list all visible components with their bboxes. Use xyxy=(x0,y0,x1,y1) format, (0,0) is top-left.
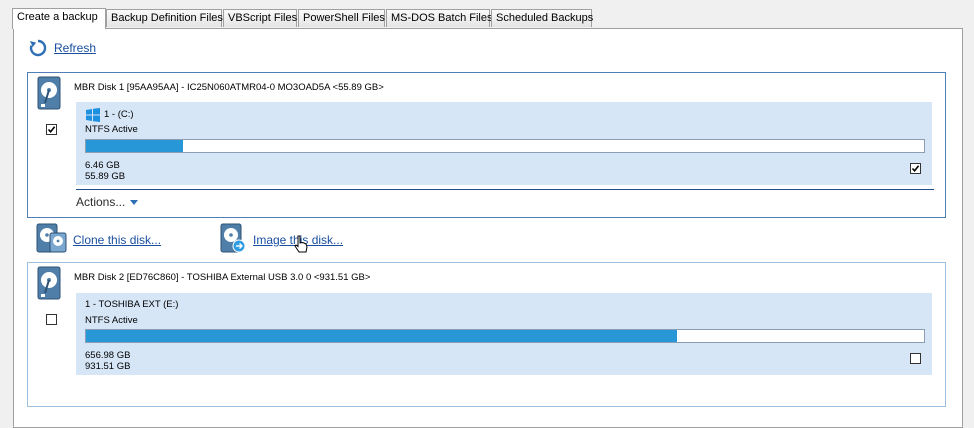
clone-disk-action[interactable]: Clone this disk... xyxy=(36,223,166,253)
partition-label: 1 - TOSHIBA EXT (E:) xyxy=(85,299,179,310)
partition-usage-bar xyxy=(85,329,925,343)
disk-2-panel[interactable]: MBR Disk 2 [ED76C860] - TOSHIBA External… xyxy=(27,262,946,407)
partition-used-size: 6.46 GB xyxy=(85,160,120,171)
refresh-icon xyxy=(29,39,47,57)
image-disk-action[interactable]: Image this disk... xyxy=(220,223,350,253)
checkmark-icon xyxy=(911,165,920,173)
tab-powershell-files[interactable]: PowerShell Files xyxy=(298,9,385,27)
actions-menu-button[interactable]: Actions... xyxy=(76,195,139,209)
partition-total-size: 55.89 GB xyxy=(85,171,126,182)
partition-filesystem: NTFS Active xyxy=(85,124,138,135)
tab-scheduled-backups[interactable]: Scheduled Backups xyxy=(491,9,594,27)
disk-1-panel[interactable]: MBR Disk 1 [95AA95AA] - IC25N060ATMR04-0… xyxy=(27,72,946,218)
tab-bar: Create a backup Backup Definition Files … xyxy=(12,8,974,29)
tab-label: MS-DOS Batch Files xyxy=(391,12,493,24)
windows-icon xyxy=(86,108,100,122)
actions-label: Actions... xyxy=(76,195,126,209)
partition-total-size: 931.51 GB xyxy=(85,361,131,372)
hard-disk-icon xyxy=(37,76,61,110)
disk-1-checkbox[interactable] xyxy=(46,124,57,135)
checkmark-icon xyxy=(47,126,56,134)
backup-panel: Refresh MBR Disk 1 [95AA95AA] - IC25N060… xyxy=(13,28,963,428)
clone-disk-icon xyxy=(36,223,67,253)
partition-usage-fill xyxy=(86,140,183,152)
hard-disk-icon xyxy=(37,266,61,300)
partition-1-checkbox[interactable] xyxy=(910,163,921,174)
tab-create-a-backup[interactable]: Create a backup xyxy=(12,8,106,29)
disk-2-checkbox[interactable] xyxy=(46,314,57,325)
tab-label: Backup Definition Files xyxy=(111,12,223,24)
hand-cursor-icon xyxy=(294,235,308,253)
disk-1-partition[interactable]: 1 - (C:) NTFS Active 6.46 GB 55.89 GB xyxy=(76,102,932,185)
partition-2-checkbox[interactable] xyxy=(910,353,921,364)
image-disk-icon xyxy=(220,223,246,253)
clone-disk-link[interactable]: Clone this disk... xyxy=(73,233,161,247)
tab-ms-dos-batch-files[interactable]: MS-DOS Batch Files xyxy=(386,9,493,27)
chevron-down-icon xyxy=(130,200,139,206)
tab-label: VBScript Files xyxy=(228,12,298,24)
partition-filesystem: NTFS Active xyxy=(85,315,138,326)
partition-label: 1 - (C:) xyxy=(104,109,134,120)
partition-usage-fill xyxy=(86,330,678,342)
partition-used-size: 656.98 GB xyxy=(85,350,131,361)
disk-1-title: MBR Disk 1 [95AA95AA] - IC25N060ATMR04-0… xyxy=(74,82,384,93)
tab-vbscript-files[interactable]: VBScript Files xyxy=(223,9,297,27)
tab-label: Scheduled Backups xyxy=(496,12,594,24)
disk-2-title: MBR Disk 2 [ED76C860] - TOSHIBA External… xyxy=(74,272,371,283)
refresh-link[interactable]: Refresh xyxy=(54,41,96,55)
refresh-control[interactable]: Refresh xyxy=(28,38,118,58)
partition-usage-bar xyxy=(85,139,925,153)
tab-label: PowerShell Files xyxy=(303,12,385,24)
actions-divider xyxy=(76,189,934,190)
tab-label: Create a backup xyxy=(17,11,98,23)
tab-backup-definition-files[interactable]: Backup Definition Files xyxy=(106,9,223,27)
disk-2-partition[interactable]: 1 - TOSHIBA EXT (E:) NTFS Active 656.98 … xyxy=(76,293,932,375)
